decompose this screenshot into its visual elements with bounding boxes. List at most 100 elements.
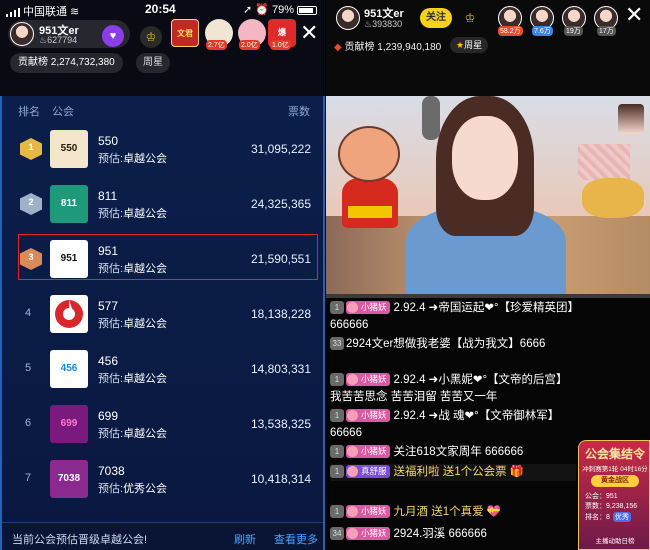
viewer-score-3: 19万 bbox=[564, 26, 583, 36]
swirl-logo-icon bbox=[55, 300, 83, 328]
fan-tag: 小猪妖 bbox=[346, 527, 390, 541]
mosaic-sign bbox=[578, 144, 630, 180]
rank-badge-1[interactable]: 文君 bbox=[171, 19, 199, 47]
chat-message[interactable]: 1 小猪妖 2.92.4 ➜小黑妮❤°【文帝的后宫】我苦苦思念 苦苦泪留 苦苦又一年 bbox=[330, 372, 576, 406]
fan-tag: 小猪妖 bbox=[346, 505, 390, 519]
guild-prediction: 预估:卓越公会 bbox=[98, 373, 168, 385]
card-zone: 黄金战区 bbox=[591, 475, 639, 487]
guild-name: 699 bbox=[98, 409, 119, 423]
chat-message[interactable]: 33 2924文er想做我老婆【战为我文】6666 bbox=[330, 336, 576, 353]
guild-votes: 24,325,365 bbox=[250, 197, 311, 211]
table-row[interactable]: 7 7038 7038 预估:优秀公会 10,418,314 bbox=[2, 452, 323, 507]
guild-prediction: 预估:卓越公会 bbox=[98, 428, 168, 440]
guild-name: 811 bbox=[98, 189, 118, 203]
guild-prediction: 预估:卓越公会 bbox=[98, 208, 168, 220]
pig-plush-belt bbox=[348, 206, 392, 218]
rank-number: 7 bbox=[25, 472, 32, 484]
week-star[interactable]: ★周星 bbox=[450, 37, 489, 53]
gift-message[interactable]: 1 小猪妖 九月酒 送1个真爱 💝 bbox=[330, 504, 576, 521]
promotion-status: 当前公会预估晋级卓越公会! bbox=[12, 534, 148, 546]
table-row[interactable]: 5 456 456 预估:卓越公会 14,803,331 bbox=[2, 342, 323, 397]
viewer-score-2: 2.0亿 bbox=[239, 40, 260, 50]
silver-medal-icon: 2 bbox=[20, 193, 42, 215]
host-avatar[interactable] bbox=[336, 6, 360, 30]
level-badge: 1 bbox=[330, 373, 344, 387]
ranking-footer: 当前公会预估晋级卓越公会! 刷新 查看更多 bbox=[2, 522, 323, 550]
card-guild: 公会：951 bbox=[585, 493, 618, 500]
close-icon[interactable]: ✕ bbox=[625, 2, 643, 28]
live-room-header: 中国联通 ≋ 20:54 ➚ ⏰ 79% 951文er ♨627794 ♥ ♔ … bbox=[0, 0, 325, 96]
pig-plush-body bbox=[342, 178, 398, 228]
level-badge: 1 bbox=[330, 409, 344, 423]
guild-votes: 31,095,222 bbox=[250, 142, 311, 156]
pig-plush-head bbox=[338, 126, 400, 182]
guild-event-card[interactable]: 公会集结令 冲刺赛第1轮 04时16分 黄金战区 公会：951 票数：9,238… bbox=[578, 440, 650, 550]
contribution-rank[interactable]: ◆ 贡献榜 1,239,940,180 bbox=[334, 38, 441, 53]
card-footer: 主播动助日榜 bbox=[595, 538, 635, 545]
guild-votes: 14,803,331 bbox=[250, 362, 311, 376]
message-text: 关注618文家周年 666666 bbox=[393, 446, 524, 458]
level-badge: 33 bbox=[330, 337, 344, 351]
guard-icon[interactable]: ♔ bbox=[460, 8, 480, 28]
guild-votes: 18,138,228 bbox=[250, 307, 311, 321]
level-badge: 1 bbox=[330, 505, 344, 519]
fan-tag: 真舒服 bbox=[346, 465, 390, 479]
rank-number: 5 bbox=[25, 362, 32, 374]
week-star[interactable]: 周星 bbox=[136, 53, 170, 73]
view-more-link[interactable]: 查看更多 bbox=[274, 531, 318, 547]
gift-message[interactable]: 1 真舒服 送福利啦 送1个公会票 🎁 bbox=[330, 464, 576, 481]
guild-name: 577 bbox=[98, 299, 119, 313]
fan-tag: 小猪妖 bbox=[346, 301, 390, 315]
star-icon: ★ bbox=[456, 40, 465, 50]
message-text: 九月酒 送1个真爱 bbox=[393, 506, 484, 518]
current-guild-highlight bbox=[18, 234, 318, 280]
host-avatar[interactable] bbox=[10, 22, 34, 46]
level-badge: 1 bbox=[330, 301, 344, 315]
guild-prediction: 预估:卓越公会 bbox=[98, 153, 168, 165]
live-video[interactable] bbox=[326, 96, 650, 294]
card-votes: 票数：9,238,156 bbox=[585, 503, 638, 510]
level-badge: 1 bbox=[330, 465, 344, 479]
diamond-icon: ◆ bbox=[334, 42, 342, 53]
guild-ranking-screen: 中国联通 ≋ 20:54 ➚ ⏰ 79% 951文er ♨627794 ♥ ♔ … bbox=[0, 0, 325, 550]
flower-bouquet bbox=[582, 178, 644, 218]
table-row[interactable]: 4 577 预估:卓越公会 18,138,228 bbox=[2, 287, 323, 342]
close-icon[interactable]: ✕ bbox=[300, 20, 318, 46]
chat-message[interactable]: 1 小猪妖 2.92.4 ➜帝国运起❤°【珍爱精英团】666666 bbox=[330, 300, 576, 334]
chat-divider bbox=[326, 294, 650, 298]
card-rank: 排名：8 优秀 bbox=[585, 512, 631, 522]
table-row[interactable]: 6 699 699 预估:卓越公会 13,538,325 bbox=[2, 397, 323, 452]
chat-message[interactable]: 1 小猪妖 2.92.4 ➜战 魂❤°【文帝御林军】 66666 bbox=[330, 408, 576, 442]
gold-medal-icon: 1 bbox=[20, 138, 42, 160]
contribution-rank[interactable]: 贡献榜 2,274,732,380 bbox=[10, 53, 123, 73]
level-badge: 34 bbox=[330, 527, 344, 541]
heart-gift-icon: 💝 bbox=[486, 506, 502, 518]
follow-heart-icon[interactable]: ♥ bbox=[102, 25, 124, 47]
gift-icon: 🎁 bbox=[509, 466, 525, 478]
carrier: 中国联通 ≋ bbox=[6, 3, 79, 19]
guild-logo bbox=[50, 295, 88, 333]
battery-icon bbox=[297, 5, 317, 15]
card-title: 公会集结令 bbox=[584, 447, 645, 461]
guard-icon[interactable]: ♔ bbox=[140, 26, 162, 48]
viewer-score-1: 2.7亿 bbox=[206, 40, 227, 50]
battery: ➚ ⏰ 79% bbox=[243, 3, 317, 16]
host-fans: ♨393830 bbox=[364, 19, 403, 29]
guild-votes: 10,418,314 bbox=[250, 472, 311, 486]
chat-message[interactable]: 1 小猪妖 关注618文家周年 666666 bbox=[330, 444, 576, 461]
guild-votes: 13,538,325 bbox=[250, 417, 311, 431]
follow-button[interactable]: 关注 bbox=[420, 8, 452, 28]
viewer-score-1: 58.2万 bbox=[498, 26, 523, 36]
chat-message[interactable]: 34 小猪妖 2924.羽溪 666666 bbox=[330, 526, 576, 543]
clock: 20:54 bbox=[145, 2, 176, 16]
table-row[interactable]: 2 811 811 预估:卓越公会 24,325,365 bbox=[2, 177, 323, 232]
refresh-link[interactable]: 刷新 bbox=[234, 531, 256, 547]
fan-tag: 小猪妖 bbox=[346, 373, 390, 387]
rank-number: 4 bbox=[25, 307, 32, 319]
guild-name: 7038 bbox=[98, 464, 125, 478]
table-row[interactable]: 1 550 550 预估:卓越公会 31,095,222 bbox=[2, 122, 323, 177]
rank-number: 6 bbox=[25, 417, 32, 429]
card-rank-tag: 优秀 bbox=[612, 512, 631, 522]
viewer-score-2: 7.6万 bbox=[532, 26, 553, 36]
message-text: 送福利啦 送1个公会票 bbox=[393, 466, 507, 478]
